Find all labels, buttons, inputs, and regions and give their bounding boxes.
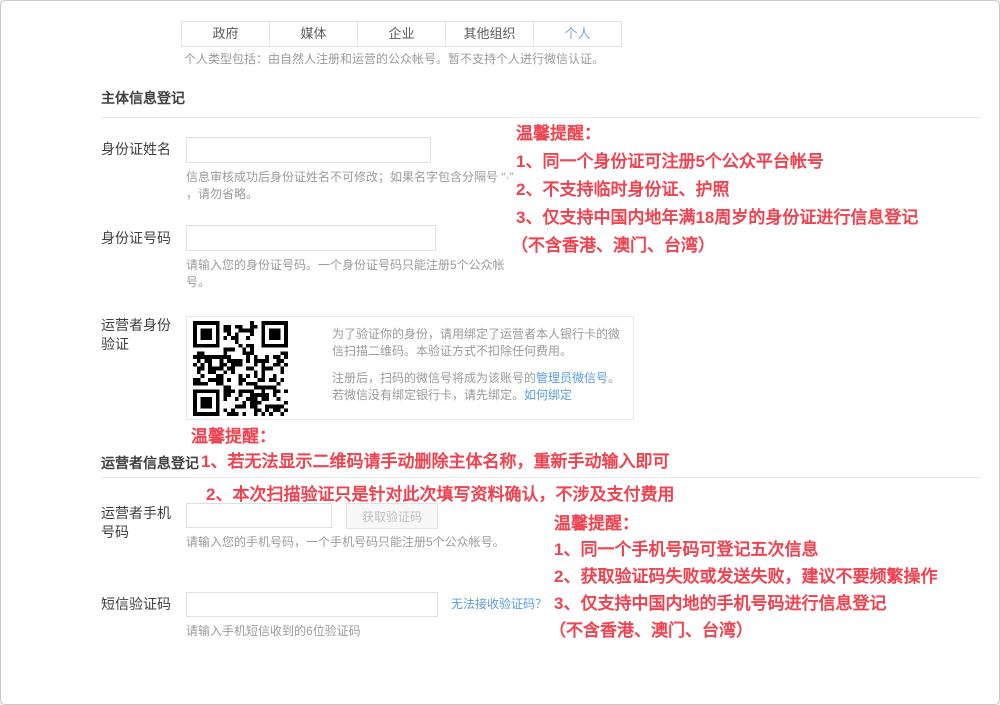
personal-type-note: 个人类型包括：由自然人注册和运营的公众帐号。暂不支持个人进行微信认证。 — [184, 50, 604, 67]
get-verification-code-button[interactable]: 获取验证码 — [346, 503, 438, 529]
cannot-receive-code-link[interactable]: 无法接收验证码？ — [451, 595, 547, 612]
qr-instruction-line: 为了验证你的身份，请用绑定了运营者本人银行卡的微信扫描二维码。本验证方式不扣除任… — [332, 326, 628, 360]
tab-personal[interactable]: 个人 — [534, 22, 621, 46]
how-to-bind-link[interactable]: 如何绑定 — [524, 388, 572, 402]
id-tips-line: 2、不支持临时身份证、护照 — [516, 175, 729, 200]
qr-instruction-line: 注册后，扫码的微信号将成为该账号的管理员微信号。 若微信没有绑定银行卡，请先绑定… — [332, 370, 628, 404]
qr-tips-line: 2、本次扫描验证只是针对此次填写资料确认，不涉及支付费用 — [206, 480, 674, 505]
id-number-label: 身份证号码 — [101, 229, 171, 248]
id-name-help: 信息审核成功后身份证姓名不可修改；如果名字包含分隔号 “·” ，请勿省略。 — [186, 169, 521, 203]
id-name-label: 身份证姓名 — [101, 140, 171, 159]
qr-tips-line: 1、若无法显示二维码请手动删除主体名称，重新手动输入即可 — [201, 447, 669, 472]
qr-instructions: 为了验证你的身份，请用绑定了运营者本人银行卡的微信扫描二维码。本验证方式不扣除任… — [332, 326, 628, 414]
account-type-tabs: 政府 媒体 企业 其他组织 个人 — [181, 21, 622, 47]
section-title-operator-info: 运营者信息登记 — [101, 453, 199, 473]
id-tips-line: 1、同一个身份证可注册5个公众平台帐号 — [516, 147, 824, 172]
admin-wechat-link[interactable]: 管理员微信号 — [536, 371, 608, 385]
phone-tips-line: 1、同一个手机号码可登记五次信息 — [554, 535, 818, 560]
id-tips-line: （不含香港、澳门、台湾） — [511, 231, 715, 256]
qr-code-image — [193, 321, 288, 416]
id-number-input[interactable] — [186, 225, 436, 251]
phone-tips-line: 3、仅支持中国内地的手机号码进行信息登记 — [554, 589, 886, 614]
phone-input[interactable] — [186, 503, 332, 528]
phone-tips-line: （不含香港、澳门、台湾） — [549, 616, 753, 641]
tab-government[interactable]: 政府 — [182, 22, 270, 46]
divider-operator — [101, 477, 981, 478]
id-name-input[interactable] — [186, 137, 431, 163]
wechat-mp-registration-page: 政府 媒体 企业 其他组织 个人 个人类型包括：由自然人注册和运营的公众帐号。暂… — [0, 0, 1000, 705]
id-number-help: 请输入您的身份证号码。一个身份证号码只能注册5个公众帐号。 — [186, 257, 526, 291]
id-tips-title: 温馨提醒： — [516, 119, 601, 144]
tab-enterprise[interactable]: 企业 — [358, 22, 446, 46]
phone-label: 运营者手机号码 — [101, 504, 179, 542]
tab-other-organization[interactable]: 其他组织 — [446, 22, 534, 46]
phone-help: 请输入您的手机号码，一个手机号码只能注册5个公众帐号。 — [186, 534, 516, 551]
qr-tips-title: 温馨提醒： — [191, 422, 276, 447]
operator-identity-panel: 为了验证你的身份，请用绑定了运营者本人银行卡的微信扫描二维码。本验证方式不扣除任… — [186, 316, 634, 420]
sms-code-input[interactable] — [186, 592, 438, 617]
section-title-subject-info: 主体信息登记 — [101, 88, 185, 108]
sms-code-help: 请输入手机短信收到的6位验证码 — [186, 623, 526, 640]
operator-identity-label: 运营者身份验证 — [101, 316, 181, 354]
phone-tips-title: 温馨提醒： — [554, 509, 639, 534]
divider-subject — [101, 117, 981, 118]
id-tips-line: 3、仅支持中国内地年满18周岁的身份证进行信息登记 — [516, 203, 918, 228]
sms-code-label: 短信验证码 — [101, 595, 171, 614]
phone-tips-line: 2、获取验证码失败或发送失败，建议不要频繁操作 — [554, 562, 937, 587]
tab-media[interactable]: 媒体 — [270, 22, 358, 46]
